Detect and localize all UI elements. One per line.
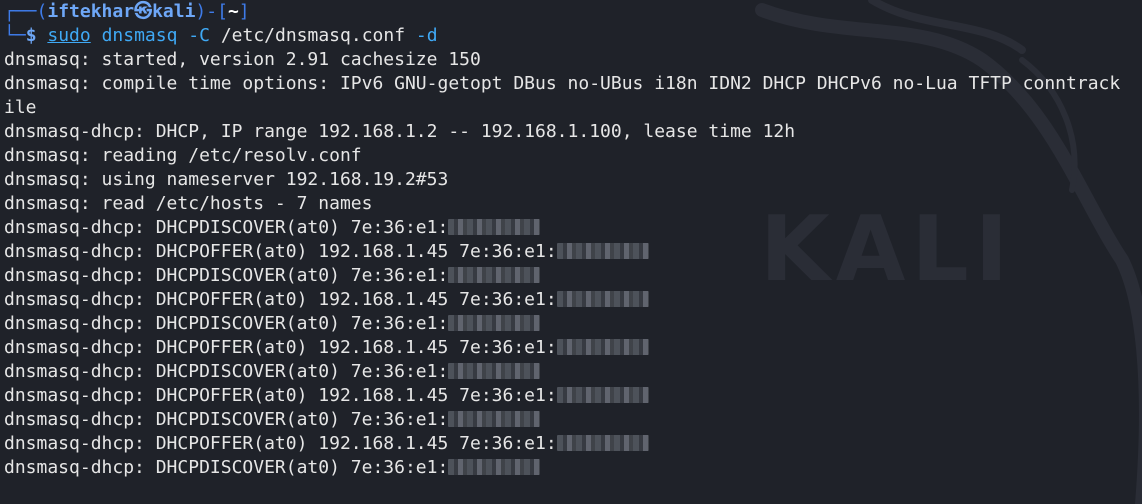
prompt-corner-top: ┌──(	[4, 1, 48, 22]
dhcp-event-line: dnsmasq-dhcp: DHCPDISCOVER(at0) 7e:36:e1…	[4, 360, 1120, 384]
dhcp-event-line: dnsmasq-dhcp: DHCPOFFER(at0) 192.168.1.4…	[4, 432, 1120, 456]
command-config-path: /etc/dnsmasq.conf	[220, 25, 406, 46]
dhcp-event-text: dnsmasq-dhcp: DHCPDISCOVER(at0) 7e:36:e1…	[4, 265, 449, 286]
dhcp-event-text: dnsmasq-dhcp: DHCPOFFER(at0) 192.168.1.4…	[4, 337, 557, 358]
output-line: dnsmasq-dhcp: DHCP, IP range 192.168.1.2…	[4, 121, 796, 142]
dhcp-event-line: dnsmasq-dhcp: DHCPOFFER(at0) 192.168.1.4…	[4, 336, 1120, 360]
output-line: dnsmasq: started, version 2.91 cachesize…	[4, 49, 481, 70]
dhcp-event-line: dnsmasq-dhcp: DHCPOFFER(at0) 192.168.1.4…	[4, 240, 1120, 264]
redacted-mac	[556, 338, 649, 355]
prompt-separator: )-[	[195, 1, 228, 22]
output-line: dnsmasq: reading /etc/resolv.conf	[4, 145, 362, 166]
redacted-mac	[448, 458, 541, 475]
dhcp-event-text: dnsmasq-dhcp: DHCPDISCOVER(at0) 7e:36:e1…	[4, 457, 449, 478]
output-line: dnsmasq: using nameserver 192.168.19.2#5…	[4, 169, 449, 190]
dhcp-event-text: dnsmasq-dhcp: DHCPOFFER(at0) 192.168.1.4…	[4, 385, 557, 406]
dhcp-event-text: dnsmasq-dhcp: DHCPDISCOVER(at0) 7e:36:e1…	[4, 217, 449, 238]
dhcp-event-text: dnsmasq-dhcp: DHCPDISCOVER(at0) 7e:36:e1…	[4, 313, 449, 334]
redacted-mac	[556, 386, 649, 403]
prompt-cwd: ~	[227, 1, 239, 22]
output-line: dnsmasq: compile time options: IPv6 GNU-…	[4, 73, 1121, 94]
command-sudo: sudo	[47, 25, 91, 46]
dhcp-event-line: dnsmasq-dhcp: DHCPOFFER(at0) 192.168.1.4…	[4, 384, 1120, 408]
prompt-close-bracket: ]	[238, 1, 250, 22]
dhcp-event-line: dnsmasq-dhcp: DHCPDISCOVER(at0) 7e:36:e1…	[4, 312, 1120, 336]
terminal-content: ┌──(iftekhar㉿kali)-[~] └─$ sudo dnsmasq …	[4, 0, 1120, 480]
terminal-window[interactable]: KALI ┌──(iftekhar㉿kali)-[~] └─$ sudo dns…	[0, 0, 1142, 504]
redacted-mac	[448, 266, 541, 283]
dhcp-event-text: dnsmasq-dhcp: DHCPOFFER(at0) 192.168.1.4…	[4, 433, 557, 454]
output-line: dnsmasq: read /etc/hosts - 7 names	[4, 193, 373, 214]
command-line[interactable]: └─$ sudo dnsmasq -C /etc/dnsmasq.conf -d	[4, 24, 1120, 48]
command-flag-d: -d	[415, 25, 438, 46]
dhcp-event-line: dnsmasq-dhcp: DHCPDISCOVER(at0) 7e:36:e1…	[4, 264, 1120, 288]
redacted-mac	[448, 314, 541, 331]
command-program: dnsmasq	[101, 25, 178, 46]
command-flag-c: -C	[188, 25, 210, 46]
redacted-mac	[556, 242, 649, 259]
prompt-dollar: $	[25, 25, 37, 46]
skull-icon: ㉿	[134, 1, 153, 22]
dhcp-event-text: dnsmasq-dhcp: DHCPDISCOVER(at0) 7e:36:e1…	[4, 361, 449, 382]
dhcp-event-line: dnsmasq-dhcp: DHCPDISCOVER(at0) 7e:36:e1…	[4, 456, 1120, 480]
redacted-mac	[556, 434, 649, 451]
output-line: ile	[4, 97, 37, 118]
prompt-header-line: ┌──(iftekhar㉿kali)-[~]	[4, 0, 1120, 24]
dhcp-event-text: dnsmasq-dhcp: DHCPDISCOVER(at0) 7e:36:e1…	[4, 409, 449, 430]
prompt-host: kali	[152, 1, 196, 22]
dhcp-event-line: dnsmasq-dhcp: DHCPOFFER(at0) 192.168.1.4…	[4, 288, 1120, 312]
dhcp-event-line: dnsmasq-dhcp: DHCPDISCOVER(at0) 7e:36:e1…	[4, 408, 1120, 432]
redacted-mac	[556, 290, 649, 307]
dhcp-event-line: dnsmasq-dhcp: DHCPDISCOVER(at0) 7e:36:e1…	[4, 216, 1120, 240]
dhcp-event-text: dnsmasq-dhcp: DHCPOFFER(at0) 192.168.1.4…	[4, 289, 557, 310]
redacted-mac	[448, 362, 541, 379]
dhcp-event-text: dnsmasq-dhcp: DHCPOFFER(at0) 192.168.1.4…	[4, 241, 557, 262]
redacted-mac	[448, 218, 541, 235]
prompt-user: iftekhar	[47, 1, 135, 22]
prompt-corner-bottom: └─	[4, 25, 26, 46]
redacted-mac	[448, 410, 541, 427]
